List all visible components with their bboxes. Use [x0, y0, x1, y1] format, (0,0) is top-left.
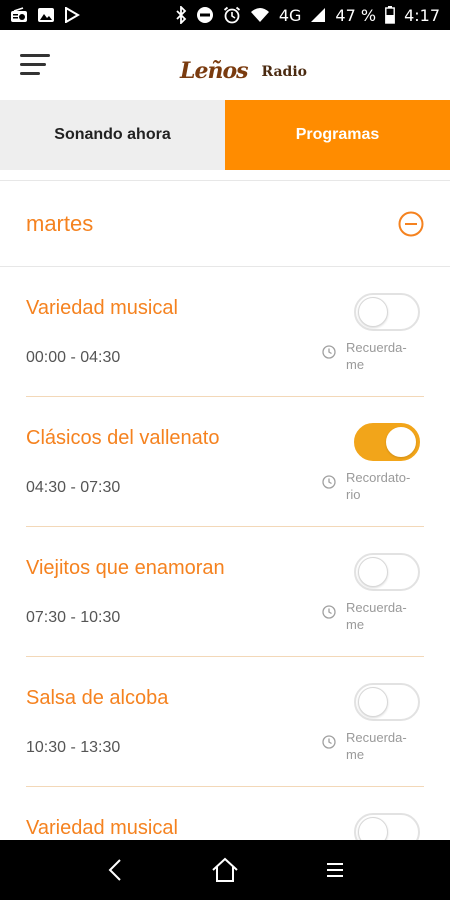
radio-app-icon: [10, 7, 28, 23]
toggle-knob: [358, 557, 388, 587]
collapse-minus-icon[interactable]: [398, 211, 424, 237]
program-item[interactable]: Variedad musical 00:00 - 04:30 Recuerda- m…: [0, 267, 450, 397]
reminder-toggle[interactable]: [354, 553, 420, 591]
reminder-label: Recuerda- me: [346, 600, 407, 632]
reminder-toggle[interactable]: [354, 293, 420, 331]
status-right: 4G 47 % 4:17: [175, 6, 440, 25]
reminder-label: Recordato- rio: [346, 470, 411, 502]
battery-percent: 47 %: [335, 5, 377, 25]
wifi-icon: [250, 7, 270, 23]
toggle-knob: [386, 427, 416, 457]
toggle-knob: [358, 297, 388, 327]
recents-menu-icon[interactable]: [315, 850, 355, 890]
home-icon[interactable]: [205, 850, 245, 890]
program-item[interactable]: Viejitos que enamoran 07:30 - 10:30 Recuer…: [0, 527, 450, 657]
logo-radio: Radio: [261, 64, 308, 80]
program-title: Viejitos que enamoran: [26, 557, 225, 579]
status-left: [10, 7, 80, 23]
program-item[interactable]: Variedad musical: [0, 787, 450, 840]
toggle-knob: [358, 817, 388, 840]
reminder-label: Recuerda- me: [346, 730, 407, 762]
back-icon[interactable]: [95, 850, 135, 890]
day-label: martes: [26, 211, 94, 236]
hamburger-menu-icon[interactable]: [20, 54, 50, 76]
program-title: Clásicos del vallenato: [26, 427, 220, 449]
tab-programs[interactable]: Programas: [225, 100, 450, 170]
program-item[interactable]: Salsa de alcoba 10:30 - 13:30 Recuerda- me: [0, 657, 450, 787]
toggle-knob: [358, 687, 388, 717]
reminder-label: Recuerda- me: [346, 340, 407, 372]
do-not-disturb-icon: [196, 6, 214, 24]
program-title: Variedad musical: [26, 817, 178, 839]
reminder-toggle[interactable]: [354, 683, 420, 721]
image-icon: [37, 7, 55, 23]
reminder-toggle[interactable]: [354, 813, 420, 840]
play-store-icon: [64, 7, 80, 23]
reminder-hint: Recordato- rio: [322, 469, 424, 503]
clock-icon: [322, 345, 336, 359]
tab-now-playing[interactable]: Sonando ahora: [0, 100, 225, 170]
program-item[interactable]: Clásicos del vallenato 04:30 - 07:30 Recor…: [0, 397, 450, 527]
program-time: 07:30 - 10:30: [26, 609, 121, 626]
logo-script: Leños: [180, 58, 249, 84]
system-nav-bar: [0, 840, 450, 900]
clock: 4:17: [404, 5, 440, 25]
app-bar: Leños Radio: [0, 30, 450, 100]
program-title: Variedad musical: [26, 297, 178, 319]
signal-icon: [310, 7, 326, 23]
clock-icon: [322, 735, 336, 749]
reminder-hint: Recuerda- me: [322, 339, 424, 373]
reminder-hint: Recuerda- me: [322, 599, 424, 633]
app-logo: Leños Radio: [180, 48, 307, 84]
network-type: 4G: [278, 5, 302, 25]
clock-icon: [322, 605, 336, 619]
reminder-toggle[interactable]: [354, 423, 420, 461]
tab-bar: Sonando ahora Programas: [0, 100, 450, 170]
alarm-icon: [223, 6, 241, 24]
reminder-hint: Recuerda- me: [322, 729, 424, 763]
status-bar: 4G 47 % 4:17: [0, 0, 450, 30]
bluetooth-icon: [175, 6, 187, 24]
program-title: Salsa de alcoba: [26, 687, 169, 709]
program-time: 04:30 - 07:30: [26, 479, 121, 496]
schedule-list[interactable]: martes Variedad musical 00:00 - 04:30 Recu…: [0, 170, 450, 840]
day-header[interactable]: martes: [0, 180, 450, 267]
program-time: 00:00 - 04:30: [26, 349, 121, 366]
clock-icon: [322, 475, 336, 489]
program-time: 10:30 - 13:30: [26, 739, 121, 756]
battery-icon: [385, 6, 395, 24]
